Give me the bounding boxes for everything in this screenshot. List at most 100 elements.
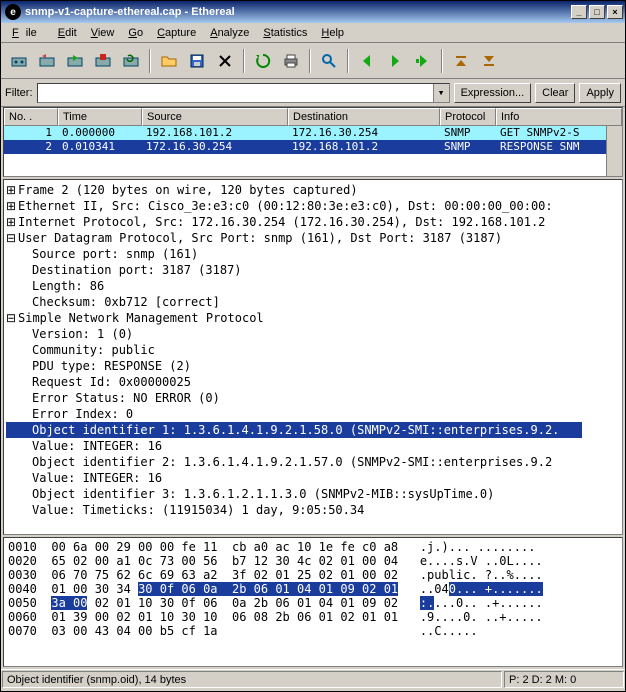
cell-proto: SNMP — [440, 126, 496, 140]
status-left: Object identifier (snmp.oid), 14 bytes — [2, 671, 502, 688]
packet-bytes-pane[interactable]: 0010 00 6a 00 29 00 00 fe 11 cb a0 ac 10… — [3, 537, 623, 667]
tree-udp[interactable]: ⊟User Datagram Protocol, Src Port: snmp … — [6, 230, 622, 246]
reload-icon[interactable] — [250, 48, 276, 74]
tree-ip[interactable]: ⊞Internet Protocol, Src: 172.16.30.254 (… — [6, 214, 622, 230]
col-time[interactable]: Time — [58, 108, 142, 126]
toolbar — [1, 43, 625, 79]
apply-button[interactable]: Apply — [579, 83, 621, 103]
tree-child[interactable]: PDU type: RESPONSE (2) — [6, 358, 622, 374]
tree-child[interactable]: Object identifier 2: 1.3.6.1.4.1.9.2.1.5… — [6, 454, 622, 470]
list-scrollbar[interactable] — [606, 126, 622, 176]
tree-child[interactable]: Version: 1 (0) — [6, 326, 622, 342]
cell-no: 2 — [4, 140, 58, 154]
tree-child[interactable]: Object identifier 3: 1.3.6.1.2.1.1.3.0 (… — [6, 486, 622, 502]
col-source[interactable]: Source — [142, 108, 288, 126]
maximize-button[interactable]: □ — [589, 5, 605, 19]
expression-button[interactable]: Expression... — [454, 83, 532, 103]
packet-row[interactable]: 1 0.000000 192.168.101.2 172.16.30.254 S… — [4, 126, 606, 140]
go-forward-icon[interactable] — [382, 48, 408, 74]
status-right: P: 2 D: 2 M: 0 — [504, 671, 624, 688]
menu-go[interactable]: Go — [121, 25, 150, 41]
go-to-packet-icon[interactable] — [410, 48, 436, 74]
close-file-icon[interactable] — [212, 48, 238, 74]
menu-statistics[interactable]: Statistics — [256, 25, 314, 41]
hex-row[interactable]: 0020 65 02 00 a1 0c 73 00 56 b7 12 30 4c… — [8, 554, 543, 568]
hex-row[interactable]: 0050 3a 00 02 01 10 30 0f 06 0a 2b 06 01… — [8, 596, 543, 610]
collapse-icon[interactable]: ⊟ — [6, 310, 16, 326]
packet-list-pane: No. . Time Source Destination Protocol I… — [3, 107, 623, 177]
status-bar: Object identifier (snmp.oid), 14 bytes P… — [1, 669, 625, 689]
expand-icon[interactable]: ⊞ — [6, 182, 16, 198]
packet-list-header: No. . Time Source Destination Protocol I… — [4, 108, 622, 126]
tree-child[interactable]: Checksum: 0xb712 [correct] — [6, 294, 622, 310]
tree-child[interactable]: Destination port: 3187 (3187) — [6, 262, 622, 278]
go-first-icon[interactable] — [448, 48, 474, 74]
open-icon[interactable] — [156, 48, 182, 74]
menu-bar: File Edit View Go Capture Analyze Statis… — [1, 23, 625, 43]
tree-child[interactable]: Error Status: NO ERROR (0) — [6, 390, 622, 406]
menu-view[interactable]: View — [84, 25, 122, 41]
close-button[interactable]: × — [607, 5, 623, 19]
interfaces-icon[interactable] — [6, 48, 32, 74]
hex-highlight: 3a 00 — [51, 596, 87, 610]
tree-child[interactable]: Source port: snmp (161) — [6, 246, 622, 262]
go-back-icon[interactable] — [354, 48, 380, 74]
save-icon[interactable] — [184, 48, 210, 74]
menu-help[interactable]: Help — [314, 25, 351, 41]
tree-child[interactable]: Value: INTEGER: 16 — [6, 438, 622, 454]
hex-row[interactable]: 0010 00 6a 00 29 00 00 fe 11 cb a0 ac 10… — [8, 540, 535, 554]
tree-child[interactable]: Length: 86 — [6, 278, 622, 294]
chevron-down-icon[interactable]: ▾ — [433, 84, 449, 102]
tree-snmp[interactable]: ⊟Simple Network Management Protocol — [6, 310, 622, 326]
cell-proto: SNMP — [440, 140, 496, 154]
tree-child[interactable]: Value: INTEGER: 16 — [6, 470, 622, 486]
tree-child[interactable]: Community: public — [6, 342, 622, 358]
collapse-icon[interactable]: ⊟ — [6, 230, 16, 246]
hex-row[interactable]: 0060 01 39 00 02 01 10 30 10 06 08 2b 06… — [8, 610, 543, 624]
tree-ethernet[interactable]: ⊞Ethernet II, Src: Cisco_3e:e3:c0 (00:12… — [6, 198, 622, 214]
clear-button[interactable]: Clear — [535, 83, 575, 103]
cell-no: 1 — [4, 126, 58, 140]
menu-analyze[interactable]: Analyze — [203, 25, 256, 41]
cell-dst: 172.16.30.254 — [288, 126, 440, 140]
find-icon[interactable] — [316, 48, 342, 74]
col-destination[interactable]: Destination — [288, 108, 440, 126]
options-icon[interactable] — [34, 48, 60, 74]
hex-row[interactable]: 0030 06 70 75 62 6c 69 63 a2 3f 02 01 25… — [8, 568, 543, 582]
menu-file[interactable]: File — [5, 25, 51, 41]
menu-capture[interactable]: Capture — [150, 25, 203, 41]
tree-child[interactable]: Request Id: 0x00000025 — [6, 374, 622, 390]
hex-row[interactable]: 0040 01 00 30 34 30 0f 06 0a 2b 06 01 04… — [8, 582, 543, 596]
start-capture-icon[interactable] — [62, 48, 88, 74]
print-icon[interactable] — [278, 48, 304, 74]
expand-icon[interactable]: ⊞ — [6, 198, 16, 214]
filter-bar: Filter: ▾ Expression... Clear Apply — [1, 79, 625, 107]
col-no[interactable]: No. . — [4, 108, 58, 126]
title-bar: e snmp-v1-capture-ethereal.cap - Etherea… — [1, 1, 625, 23]
tree-child[interactable]: Error Index: 0 — [6, 406, 622, 422]
expand-icon[interactable]: ⊞ — [6, 214, 16, 230]
go-last-icon[interactable] — [476, 48, 502, 74]
cell-time: 0.010341 — [58, 140, 142, 154]
packet-list-body[interactable]: 1 0.000000 192.168.101.2 172.16.30.254 S… — [4, 126, 606, 176]
packet-row-selected[interactable]: 2 0.010341 172.16.30.254 192.168.101.2 S… — [4, 140, 606, 154]
col-info[interactable]: Info — [496, 108, 622, 126]
tree-child-highlighted[interactable]: Object identifier 1: 1.3.6.1.4.1.9.2.1.5… — [6, 422, 622, 438]
cell-info: RESPONSE SNM — [496, 140, 606, 154]
filter-input[interactable] — [38, 84, 433, 102]
filter-label: Filter: — [5, 87, 33, 99]
packet-details-pane[interactable]: ⊞Frame 2 (120 bytes on wire, 120 bytes c… — [3, 179, 623, 535]
tree-child[interactable]: Value: Timeticks: (11915034) 1 day, 9:05… — [6, 502, 622, 518]
tree-frame[interactable]: ⊞Frame 2 (120 bytes on wire, 120 bytes c… — [6, 182, 622, 198]
filter-combo[interactable]: ▾ — [37, 83, 450, 103]
cell-dst: 192.168.101.2 — [288, 140, 440, 154]
col-protocol[interactable]: Protocol — [440, 108, 496, 126]
stop-capture-icon[interactable] — [90, 48, 116, 74]
window-title: snmp-v1-capture-ethereal.cap - Ethereal — [25, 6, 235, 18]
menu-edit[interactable]: Edit — [51, 25, 84, 41]
app-icon: e — [5, 4, 21, 20]
minimize-button[interactable]: _ — [571, 5, 587, 19]
restart-capture-icon[interactable] — [118, 48, 144, 74]
cell-info: GET SNMPv2-S — [496, 126, 606, 140]
hex-row[interactable]: 0070 03 00 43 04 00 b5 cf 1a ..C..... — [8, 624, 485, 638]
